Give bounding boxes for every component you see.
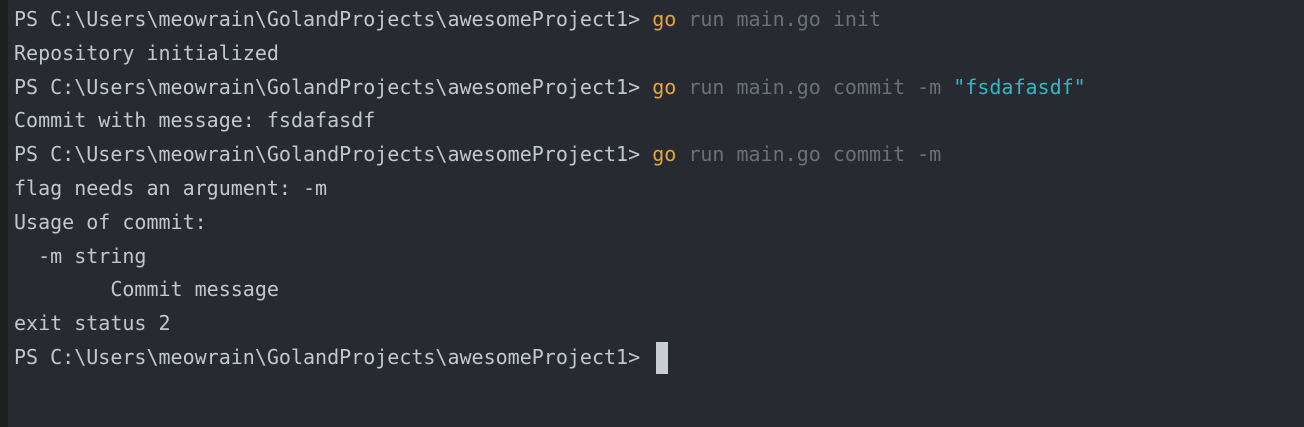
output-line: flag needs an argument: -m xyxy=(14,172,1304,206)
output-text: exit status 2 xyxy=(14,311,171,336)
active-prompt-line: PS C:\Users\meowrain\GolandProjects\awes… xyxy=(14,341,1304,375)
command-string-arg: "fsdafasdf" xyxy=(953,74,1086,99)
command-args: run main.go init xyxy=(676,7,881,31)
output-line: Usage of commit: xyxy=(14,206,1304,240)
output-text: Commit message xyxy=(14,277,279,302)
command-line: PS C:\Users\meowrain\GolandProjects\awes… xyxy=(14,138,1304,172)
prompt-text: PS C:\Users\meowrain\GolandProjects\awes… xyxy=(14,7,653,31)
output-text: Repository initialized xyxy=(14,40,279,65)
command-keyword: go xyxy=(652,7,677,31)
output-line: Commit message xyxy=(14,273,1304,307)
command-keyword: go xyxy=(652,74,677,99)
command-keyword: go xyxy=(652,142,677,167)
output-line: -m string xyxy=(14,240,1304,274)
output-text: flag needs an argument: -m xyxy=(14,175,328,200)
command-args: run main.go commit -m xyxy=(676,74,954,99)
prompt-text: PS C:\Users\meowrain\GolandProjects\awes… xyxy=(14,74,653,99)
output-text: Usage of commit: xyxy=(14,209,207,234)
text-cursor[interactable] xyxy=(656,341,669,374)
command-args: run main.go commit -m xyxy=(676,142,942,167)
output-text: -m string xyxy=(14,243,147,268)
command-line: PS C:\Users\meowrain\GolandProjects\awes… xyxy=(14,71,1304,105)
command-line: PS C:\Users\meowrain\GolandProjects\awes… xyxy=(14,3,1304,37)
output-line: Commit with message: fsdafasdf xyxy=(14,104,1304,138)
prompt-text: PS C:\Users\meowrain\GolandProjects\awes… xyxy=(14,142,653,167)
prompt-text: PS C:\Users\meowrain\GolandProjects\awes… xyxy=(14,344,653,369)
terminal-panel[interactable]: PS C:\Users\meowrain\GolandProjects\awes… xyxy=(0,0,1304,427)
output-text: Commit with message: fsdafasdf xyxy=(14,108,376,133)
output-line: exit status 2 xyxy=(14,307,1304,341)
output-line: Repository initialized xyxy=(14,37,1304,71)
